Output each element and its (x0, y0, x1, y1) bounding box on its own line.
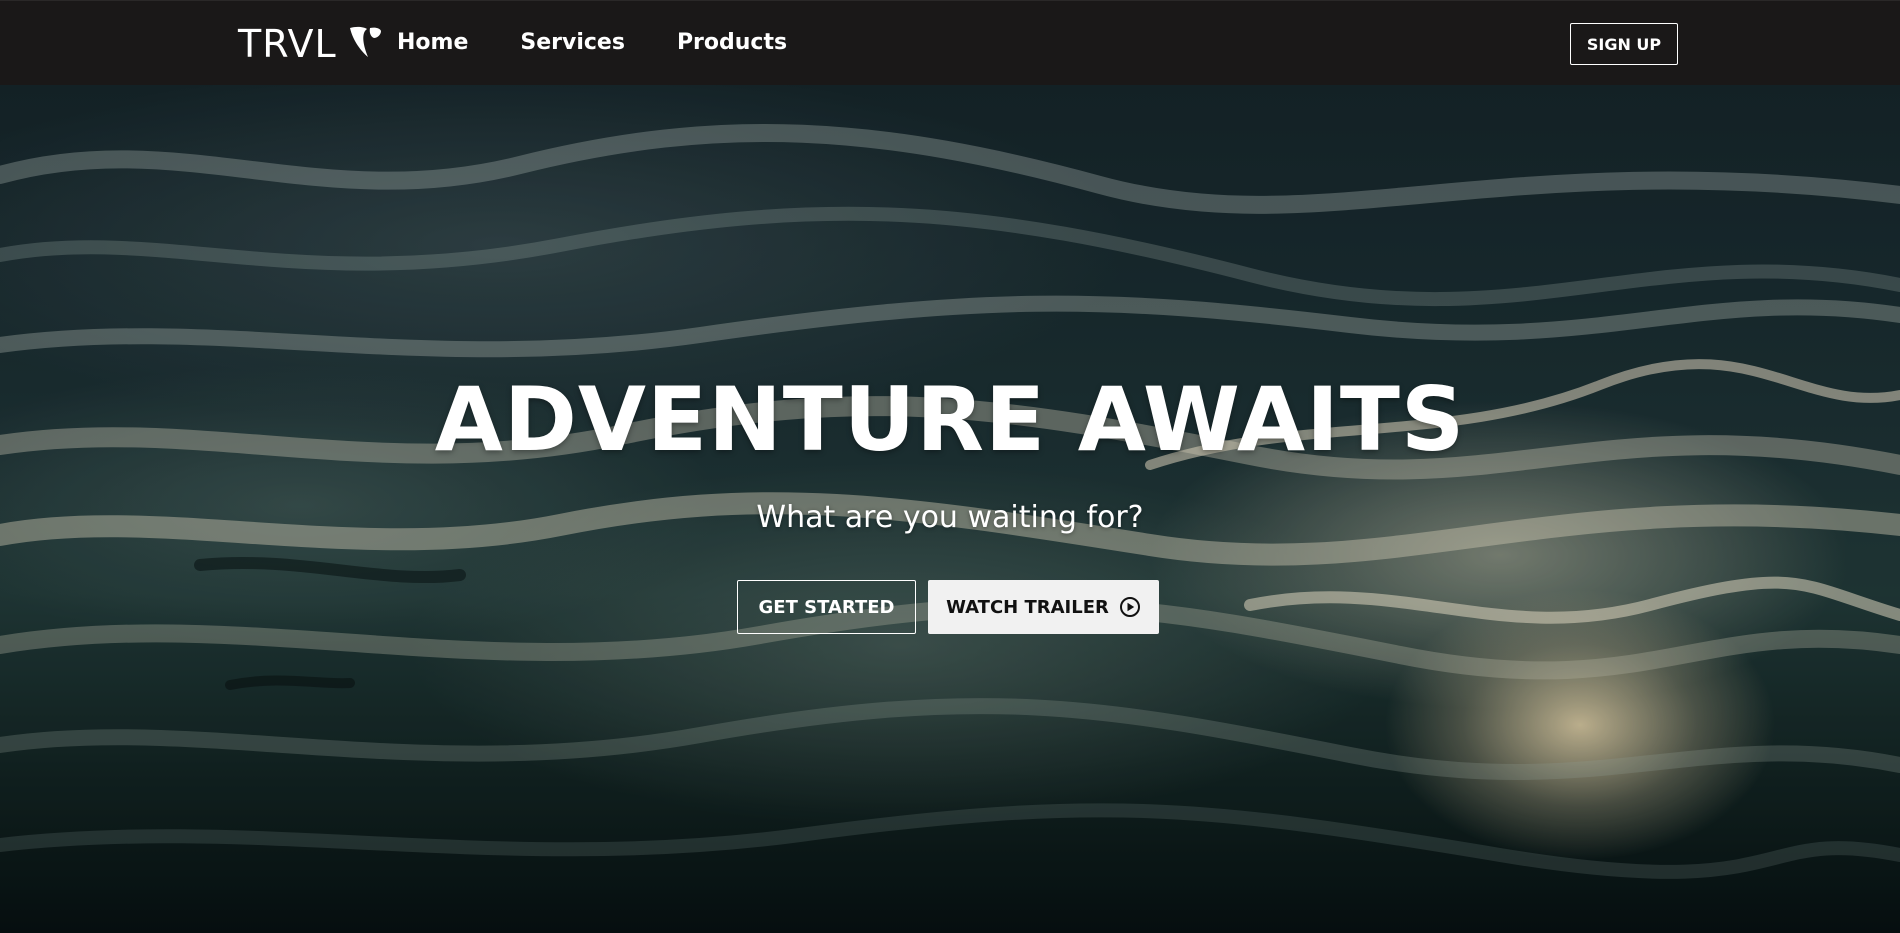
hero-section: ADVENTURE AWAITS What are you waiting fo… (0, 85, 1900, 933)
hero-title: ADVENTURE AWAITS (434, 368, 1466, 471)
logo-link[interactable]: TRVL (238, 21, 383, 67)
watch-trailer-button[interactable]: WATCH TRAILER (928, 580, 1159, 634)
nav-link-home[interactable]: Home (397, 27, 468, 59)
nav-link-services[interactable]: Services (520, 27, 625, 59)
navbar: TRVL Home Services Products SIGN UP (0, 0, 1900, 85)
typo3-shield-icon (349, 26, 381, 57)
page: TRVL Home Services Products SIGN UP ADVE… (0, 0, 1900, 933)
hero-subtitle: What are you waiting for? (756, 500, 1144, 535)
get-started-label: GET STARTED (758, 596, 895, 618)
play-circle-icon (1119, 597, 1140, 617)
signup-button[interactable]: SIGN UP (1570, 23, 1678, 65)
get-started-button[interactable]: GET STARTED (737, 580, 916, 634)
nav-links: Home Services Products (397, 27, 839, 59)
watch-trailer-label: WATCH TRAILER (946, 596, 1109, 618)
logo-text: TRVL (238, 22, 337, 66)
nav-link-products[interactable]: Products (677, 27, 787, 59)
